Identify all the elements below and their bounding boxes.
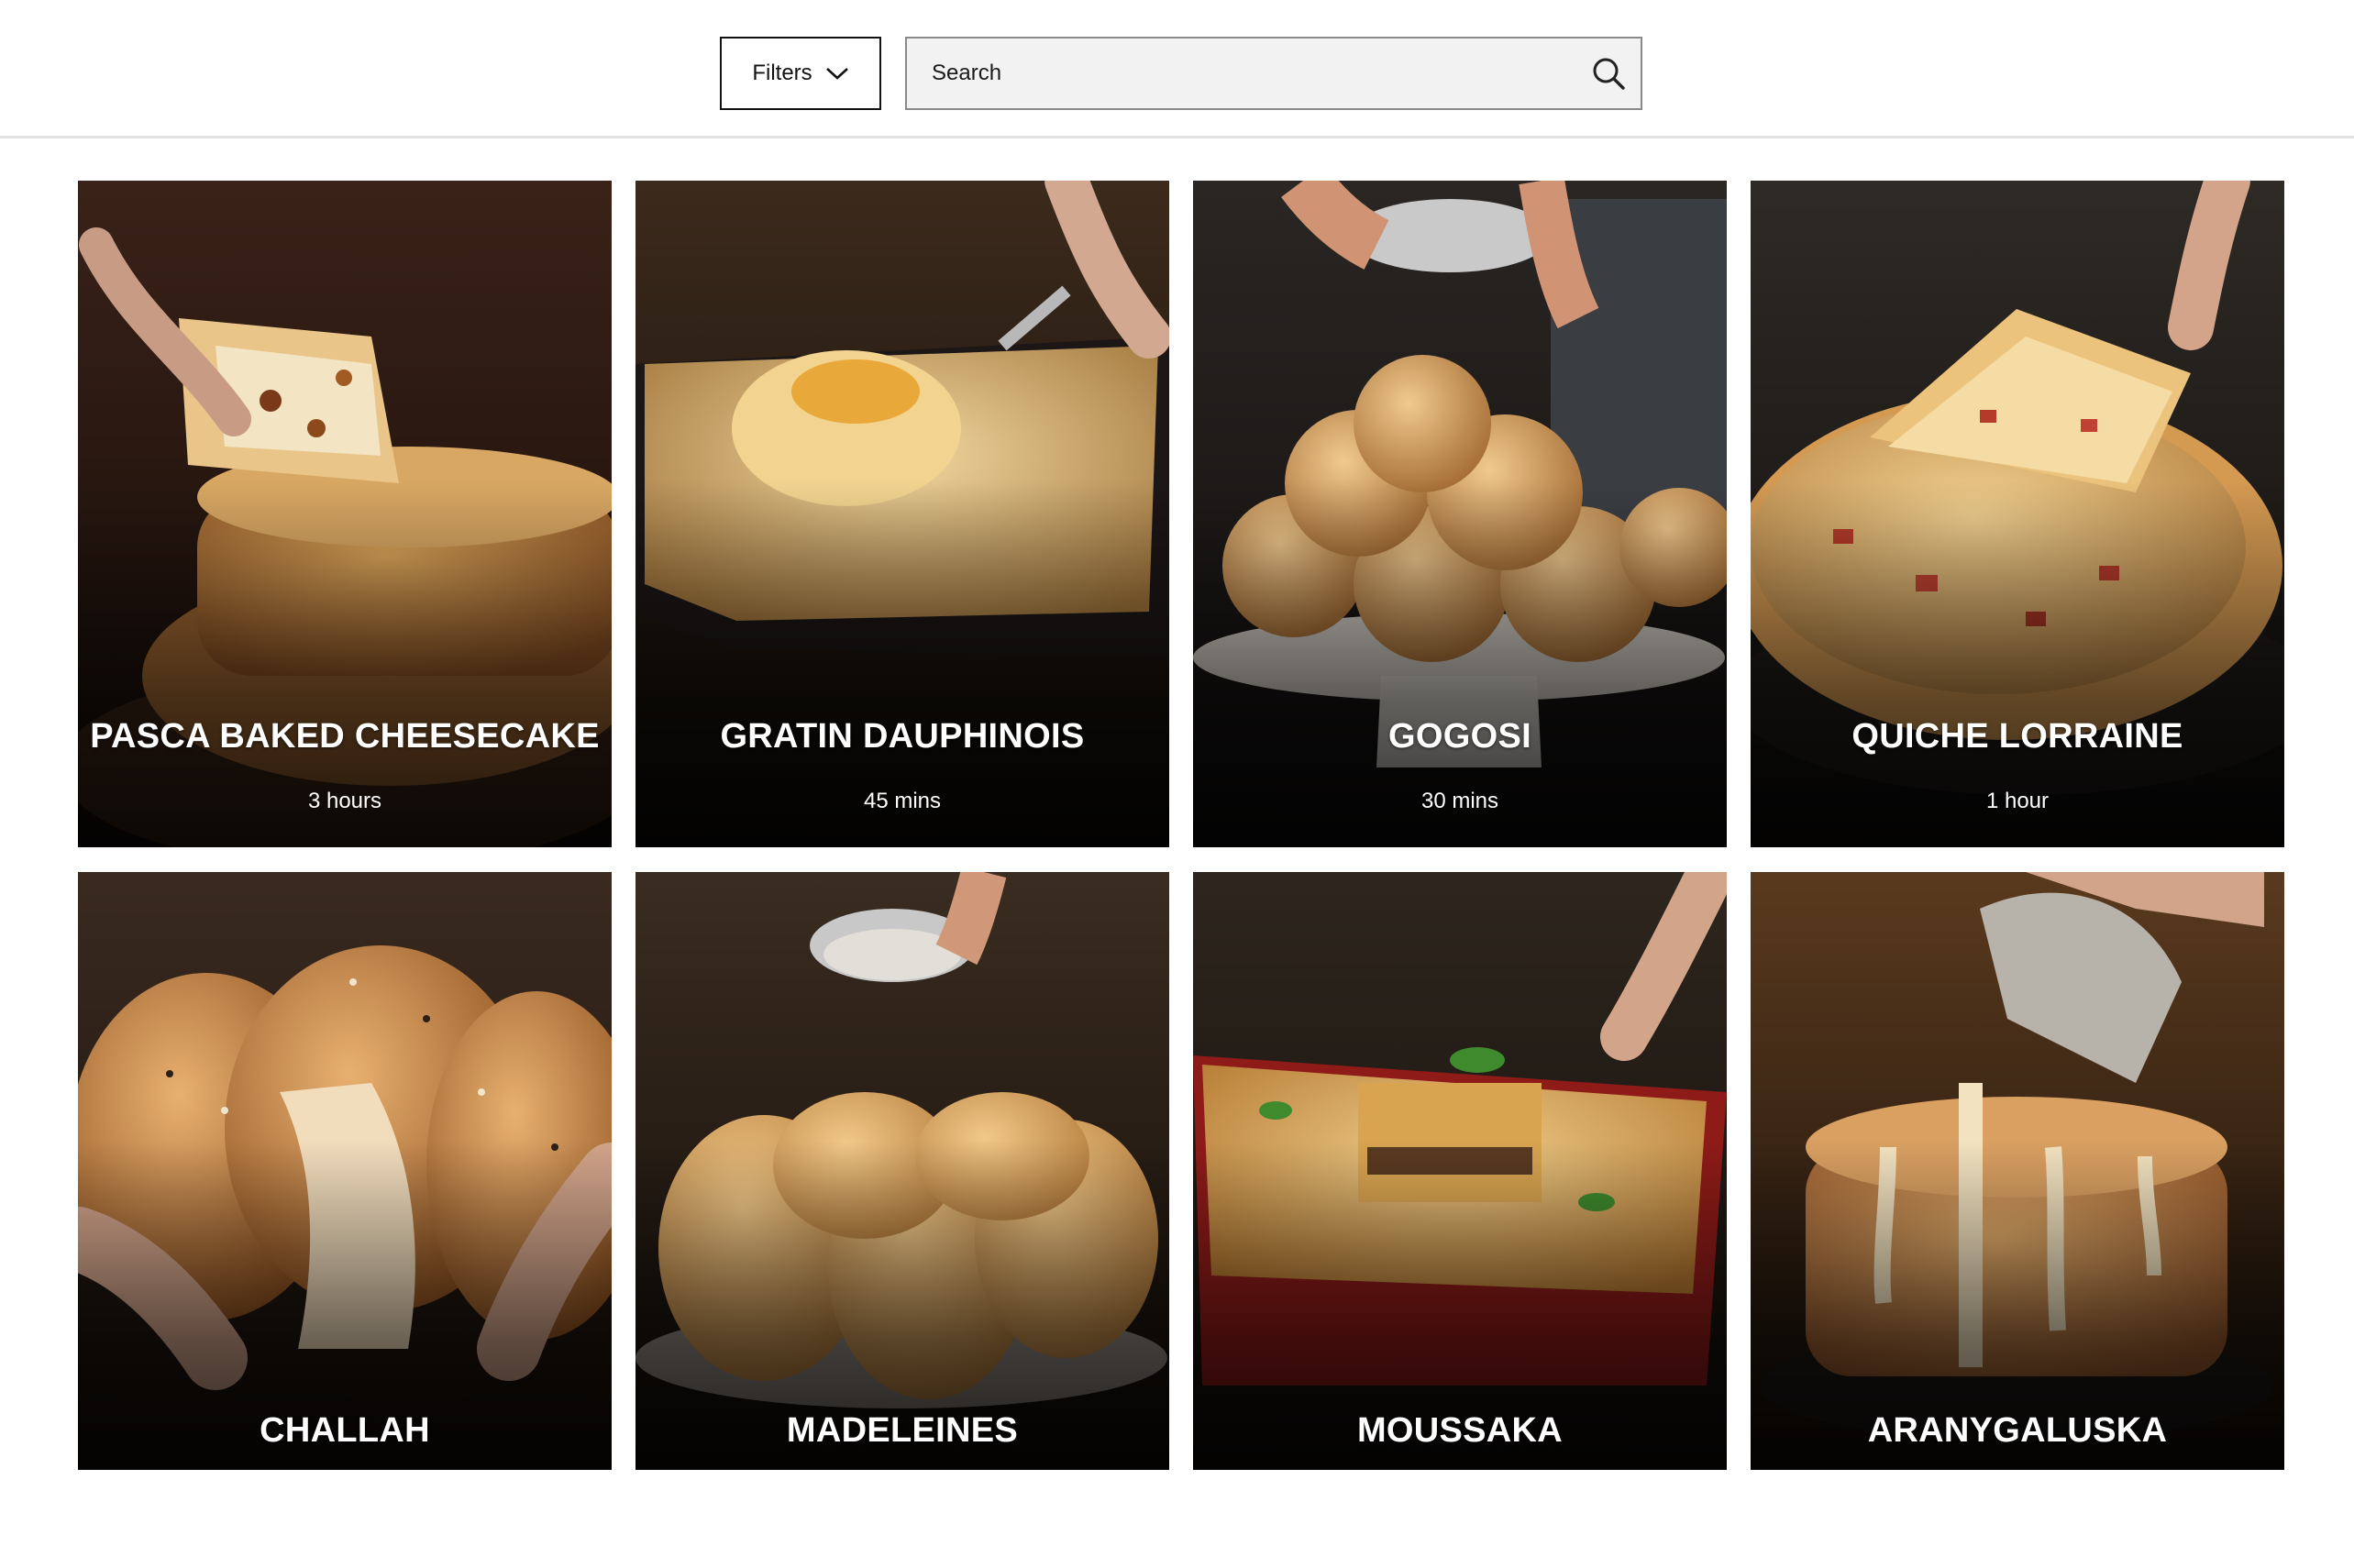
- search-icon[interactable]: [1576, 39, 1641, 108]
- recipe-card-moussaka[interactable]: MOUSSAKA: [1193, 872, 1727, 1470]
- recipe-title: CHALLAH: [260, 1411, 430, 1450]
- recipe-time: 30 mins: [1420, 789, 1499, 813]
- recipe-title: MADELEINES: [786, 1411, 1019, 1450]
- recipe-title: QUICHE LORRAINE: [1851, 717, 2183, 756]
- recipe-card-madeleines[interactable]: MADELEINES: [635, 872, 1169, 1470]
- recipe-title: ARANYGALUSKA: [1867, 1411, 2168, 1450]
- recipe-card-gogosi[interactable]: GOGOSI 30 mins: [1193, 181, 1727, 847]
- recipe-card-challah[interactable]: CHALLAH: [78, 872, 612, 1470]
- recipe-card-pasca-baked-cheesecake[interactable]: PASCA BAKED CHEESECAKE 3 hours: [78, 181, 612, 847]
- recipe-title: MOUSSAKA: [1356, 1411, 1564, 1450]
- recipe-title: GRATIN DAUPHINOIS: [720, 717, 1085, 756]
- top-toolbar: Filters: [0, 0, 2354, 138]
- recipe-card-gratin-dauphinois[interactable]: GRATIN DAUPHINOIS 45 mins: [635, 181, 1169, 847]
- search-input[interactable]: [907, 39, 1576, 108]
- recipe-time: 45 mins: [863, 789, 942, 813]
- recipe-title: GOGOSI: [1388, 717, 1531, 756]
- recipe-time: 3 hours: [307, 789, 382, 813]
- chevron-down-icon: [825, 68, 848, 80]
- recipe-time: 1 hour: [1985, 789, 2050, 813]
- filters-button[interactable]: Filters: [720, 37, 881, 110]
- recipe-title: PASCA BAKED CHEESECAKE: [90, 717, 600, 756]
- filters-label: Filters: [752, 61, 812, 85]
- recipe-card-quiche-lorraine[interactable]: QUICHE LORRAINE 1 hour: [1751, 181, 2284, 847]
- search-box: [905, 37, 1642, 110]
- recipe-card-aranygaluska[interactable]: ARANYGALUSKA: [1751, 872, 2284, 1470]
